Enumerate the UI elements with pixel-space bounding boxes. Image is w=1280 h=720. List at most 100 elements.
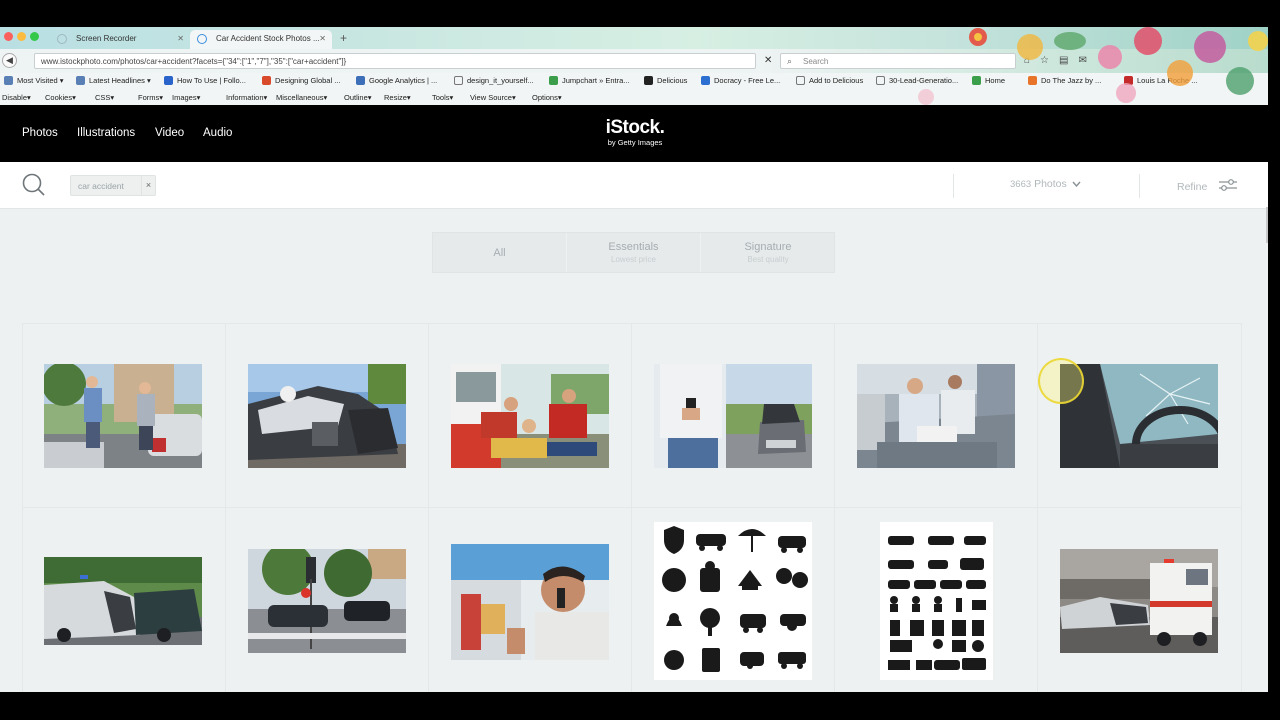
bookmark-item[interactable]: Do The Jazz by ... [1028, 76, 1101, 85]
bookmark-label: Google Analytics | ... [369, 76, 438, 85]
close-window-button[interactable] [4, 32, 13, 41]
bookmark-label: Docracy - Free Le... [714, 76, 781, 85]
result-count-dropdown[interactable]: 3663 Photos [1010, 178, 1081, 190]
search-icon[interactable] [22, 173, 45, 196]
bookmark-label: Add to Delicious [809, 76, 864, 85]
bookmark-item[interactable]: design_it_yourself... [454, 76, 534, 85]
filter-essentials[interactable]: Essentials Lowest price [567, 233, 701, 272]
result-thumbnail[interactable] [857, 364, 1015, 468]
toolbar-icons[interactable]: ⌂☆▤✉ [1024, 55, 1097, 66]
url-field[interactable]: www.istockphoto.com/photos/car+accident?… [34, 53, 756, 69]
result-thumbnail[interactable] [451, 544, 609, 660]
bookmark-item[interactable]: Add to Delicious [796, 76, 863, 85]
devtool-view-source[interactable]: View Source▾ [470, 93, 516, 102]
browser-search-input[interactable]: ⌕ Search [780, 53, 1016, 69]
logo-main: iStock. [605, 117, 665, 138]
devtool-cookies[interactable]: Cookies▾ [45, 93, 76, 102]
tab-title: Screen Recorder [76, 34, 137, 43]
back-button[interactable]: ◀ [2, 53, 17, 68]
site-header: Photos Illustrations Video Audio iStock.… [0, 105, 1268, 162]
nav-audio[interactable]: Audio [203, 127, 232, 139]
remove-term-button[interactable]: × [141, 176, 155, 195]
bookmark-label: Designing Global ... [275, 76, 341, 85]
delicious-icon [644, 76, 653, 85]
rss-icon [76, 76, 85, 85]
stop-icon[interactable]: ✕ [764, 55, 772, 66]
devtool-outline[interactable]: Outline▾ [344, 93, 372, 102]
filter-signature[interactable]: Signature Best quality [701, 233, 835, 272]
site-icon [549, 76, 558, 85]
bookmark-label: Louis La Roche ... [1137, 76, 1198, 85]
bookmark-label: Home [985, 76, 1006, 85]
tab-loading-icon [197, 34, 207, 44]
devtool-images[interactable]: Images▾ [172, 93, 200, 102]
bookmark-item[interactable]: Jumpchart » Entra... [549, 76, 630, 85]
filter-title: Essentials [608, 241, 659, 253]
chevron-down-icon [1072, 181, 1081, 188]
bookmark-item[interactable]: Most Visited ▾ [4, 76, 64, 85]
tab-car-accident[interactable]: Car Accident Stock Photos ... ✕ [190, 30, 332, 49]
bookmark-label: design_it_yourself... [467, 76, 534, 85]
bookmark-label: Most Visited ▾ [17, 76, 64, 85]
bookmark-item[interactable]: Latest Headlines ▾ [76, 76, 151, 85]
devtool-miscellaneous[interactable]: Miscellaneous▾ [276, 93, 327, 102]
devtool-css[interactable]: CSS▾ [95, 93, 114, 102]
istock-logo[interactable]: iStock. by Getty Images [597, 118, 673, 147]
zoom-window-button[interactable] [30, 32, 39, 41]
nav-video[interactable]: Video [155, 127, 184, 139]
photo-wrecked-cars [248, 364, 406, 468]
result-thumbnail[interactable] [880, 522, 993, 680]
bookmark-label: Jumpchart » Entra... [562, 76, 630, 85]
bookmark-item[interactable]: Louis La Roche ... [1124, 76, 1197, 85]
license-filter: All Essentials Lowest price Signature Be… [432, 232, 835, 273]
illustration-car-accident-icons [888, 536, 986, 670]
page-icon [796, 76, 805, 85]
result-thumbnail[interactable] [44, 364, 202, 468]
nav-illustrations[interactable]: Illustrations [77, 127, 135, 139]
tab-title: Car Accident Stock Photos ... [216, 34, 320, 43]
page-icon [876, 76, 885, 85]
bookmark-item[interactable]: Docracy - Free Le... [701, 76, 780, 85]
bookmark-item[interactable]: How To Use | Follo... [164, 76, 246, 85]
logo-sub: by Getty Images [607, 138, 663, 147]
search-term-chip[interactable]: car accident × [70, 175, 156, 196]
filter-subtitle: Lowest price [611, 255, 656, 264]
devtool-disable[interactable]: Disable▾ [2, 93, 31, 102]
result-thumbnail[interactable] [654, 364, 812, 468]
search-term: car accident [78, 181, 124, 191]
filter-all[interactable]: All [433, 233, 567, 272]
result-thumbnail[interactable] [654, 522, 812, 680]
minimize-window-button[interactable] [17, 32, 26, 41]
bookmark-item[interactable]: Home [972, 76, 1005, 85]
close-tab-icon[interactable]: ✕ [177, 34, 184, 43]
devtool-options[interactable]: Options▾ [532, 93, 562, 102]
result-thumbnail[interactable] [1060, 549, 1218, 653]
result-thumbnail[interactable] [451, 364, 609, 468]
sliders-icon [1219, 179, 1238, 191]
bookmark-item[interactable]: Designing Global ... [262, 76, 340, 85]
result-thumbnail[interactable] [248, 549, 406, 653]
filter-title: Signature [744, 241, 792, 253]
nav-photos[interactable]: Photos [22, 127, 58, 139]
bookmark-item[interactable]: Google Analytics | ... [356, 76, 437, 85]
close-tab-icon[interactable]: ✕ [319, 34, 326, 43]
result-type: Photos [1034, 178, 1067, 190]
photo-paramedics [451, 364, 609, 468]
photo-man-with-phone [654, 364, 812, 468]
refine-label: Refine [1177, 181, 1208, 193]
navigation-bar: ◀ www.istockphoto.com/photos/car+acciden… [0, 49, 1268, 73]
result-thumbnail[interactable] [44, 557, 202, 645]
home-icon [972, 76, 981, 85]
bookmark-label: How To Use | Follo... [177, 76, 246, 85]
tab-screen-recorder[interactable]: Screen Recorder ✕ [50, 30, 190, 49]
devtool-information[interactable]: Information▾ [226, 93, 267, 102]
bookmark-item[interactable]: Delicious [644, 76, 687, 85]
page-scrollbar[interactable] [1266, 207, 1268, 243]
result-thumbnail[interactable] [248, 364, 406, 468]
new-tab-icon[interactable]: + [340, 31, 347, 45]
bookmark-item[interactable]: 30-Lead-Generatio... [876, 76, 958, 85]
devtool-tools[interactable]: Tools▾ [432, 93, 453, 102]
devtool-forms[interactable]: Forms▾ [138, 93, 163, 102]
refine-button[interactable]: Refine [1177, 178, 1238, 193]
devtool-resize[interactable]: Resize▾ [384, 93, 411, 102]
